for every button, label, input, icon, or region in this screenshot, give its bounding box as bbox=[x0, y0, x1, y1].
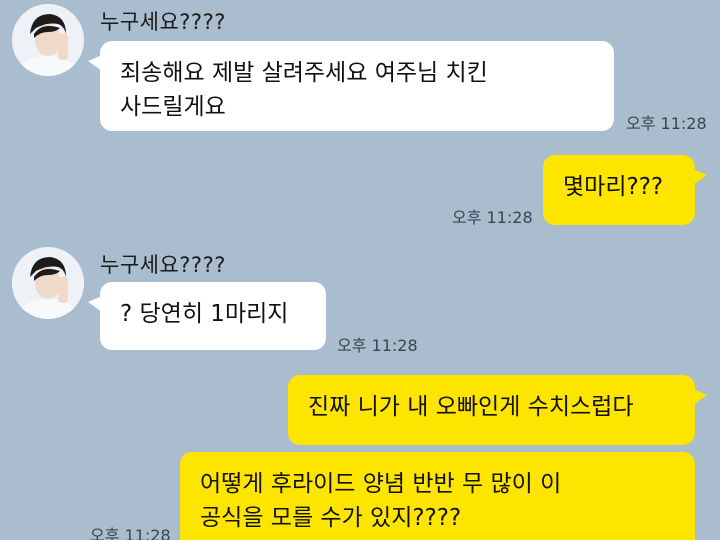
sender-name: 누구세요???? bbox=[100, 253, 226, 277]
profile-photo-icon bbox=[12, 247, 84, 319]
outgoing-message-bubble[interactable]: 어떻게 후라이드 양념 반반 무 많이 이 공식을 모를 수가 있지???? bbox=[180, 452, 695, 540]
message-timestamp: 오후 11:28 bbox=[90, 526, 171, 540]
incoming-message-bubble[interactable]: ? 당연히 1마리지 bbox=[88, 282, 326, 350]
profile-avatar[interactable] bbox=[12, 247, 84, 319]
profile-avatar[interactable] bbox=[12, 4, 84, 76]
outgoing-message-bubble[interactable]: 진짜 니가 내 오빠인게 수치스럽다 bbox=[288, 375, 707, 445]
sender-name: 누구세요???? bbox=[100, 10, 226, 34]
profile-photo-icon bbox=[12, 4, 84, 76]
outgoing-message-bubble[interactable]: 몇마리??? bbox=[543, 155, 707, 225]
chat-window: 누구세요???? 죄송해요 제발 살려주세요 여주님 치킨 사드릴게요 오후 1… bbox=[0, 0, 720, 540]
message-timestamp: 오후 11:28 bbox=[337, 336, 418, 355]
message-timestamp: 오후 11:28 bbox=[626, 114, 707, 133]
incoming-message-bubble[interactable]: 죄송해요 제발 살려주세요 여주님 치킨 사드릴게요 bbox=[88, 41, 614, 131]
message-timestamp: 오후 11:28 bbox=[452, 208, 533, 227]
